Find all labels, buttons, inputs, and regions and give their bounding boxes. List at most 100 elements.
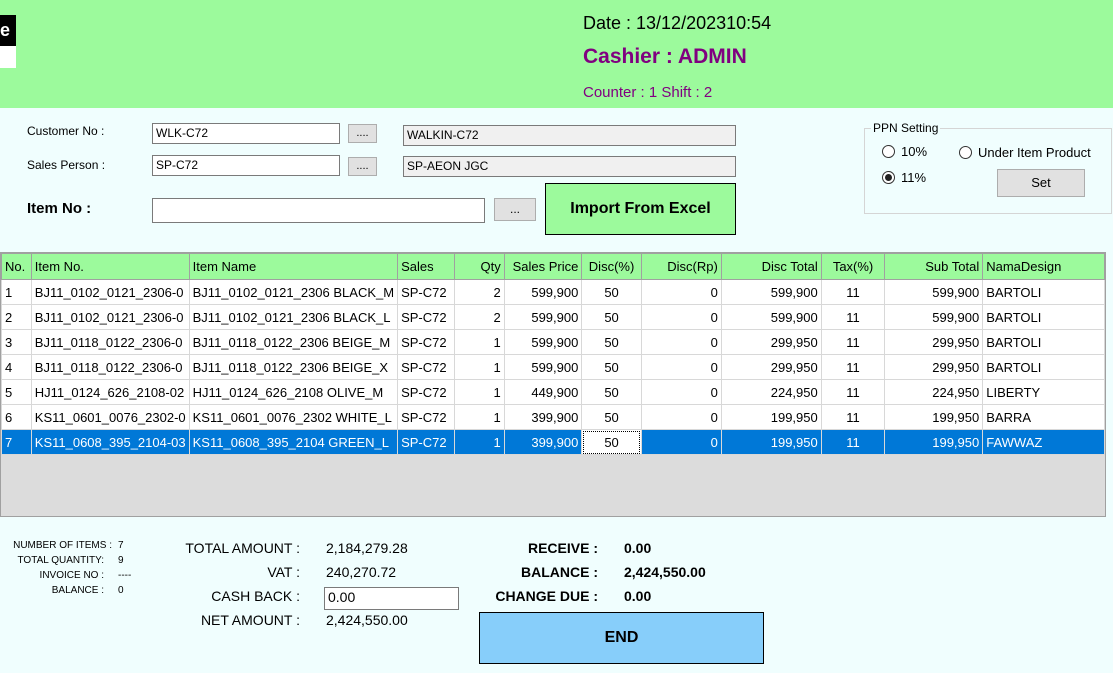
cell-disc-rp[interactable]: 0	[640, 404, 722, 430]
cell-sub-total[interactable]: 224,950	[884, 379, 984, 405]
cell-disc-pct[interactable]: 50	[581, 429, 642, 455]
cell-disc-pct[interactable]: 50	[581, 379, 642, 405]
cell-tax[interactable]: 11	[820, 329, 886, 355]
cell-sub-total[interactable]: 599,900	[884, 304, 984, 330]
table-row[interactable]: 3 BJ11_0118_0122_2306-0 BJ11_0118_0122_230…	[1, 329, 1105, 355]
sales-person-input[interactable]: SP-C72	[152, 155, 340, 176]
import-from-excel-button[interactable]: Import From Excel	[545, 183, 736, 235]
cell-no[interactable]: 3	[1, 329, 32, 355]
cell-disc-rp[interactable]: 0	[640, 304, 722, 330]
col-header-sales[interactable]: Sales	[397, 253, 455, 280]
end-button[interactable]: END	[479, 612, 764, 664]
cell-disc-rp[interactable]: 0	[640, 354, 722, 380]
cell-item-no[interactable]: BJ11_0102_0121_2306-0	[30, 304, 190, 330]
cell-disc-pct[interactable]: 50	[581, 304, 642, 330]
cell-sales[interactable]: SP-C72	[397, 379, 455, 405]
cell-sub-total[interactable]: 299,950	[884, 329, 984, 355]
cell-qty[interactable]: 2	[453, 279, 505, 305]
cell-no[interactable]: 7	[1, 429, 32, 455]
cell-sales-price[interactable]: 599,900	[503, 329, 583, 355]
cell-nama-design[interactable]: BARRA	[982, 404, 1105, 430]
ppn-under-item-radio[interactable]	[959, 146, 972, 159]
cell-no[interactable]: 5	[1, 379, 32, 405]
cell-sales-price[interactable]: 399,900	[503, 404, 583, 430]
cell-sales[interactable]: SP-C72	[397, 404, 455, 430]
cell-qty[interactable]: 1	[453, 429, 505, 455]
col-header-tax[interactable]: Tax(%)	[820, 253, 886, 280]
cell-item-name[interactable]: BJ11_0118_0122_2306 BEIGE_X	[188, 354, 399, 380]
cell-no[interactable]: 6	[1, 404, 32, 430]
cell-sales-price[interactable]: 599,900	[503, 354, 583, 380]
col-header-sub-total[interactable]: Sub Total	[884, 253, 984, 280]
item-no-input[interactable]	[152, 198, 485, 223]
table-row[interactable]: 1 BJ11_0102_0121_2306-0 BJ11_0102_0121_230…	[1, 279, 1105, 305]
cell-qty[interactable]: 1	[453, 354, 505, 380]
cell-nama-design[interactable]: BARTOLI	[982, 354, 1105, 380]
cell-item-no[interactable]: BJ11_0118_0122_2306-0	[30, 354, 190, 380]
cell-item-no[interactable]: HJ11_0124_626_2108-02	[30, 379, 190, 405]
col-header-nama-design[interactable]: NamaDesign	[982, 253, 1105, 280]
cell-item-no[interactable]: BJ11_0118_0122_2306-0	[30, 329, 190, 355]
cell-tax[interactable]: 11	[820, 304, 886, 330]
cell-disc-pct[interactable]: 50	[581, 279, 642, 305]
cell-sub-total[interactable]: 199,950	[884, 404, 984, 430]
cell-no[interactable]: 4	[1, 354, 32, 380]
cell-item-name[interactable]: BJ11_0118_0122_2306 BEIGE_M	[188, 329, 399, 355]
col-header-qty[interactable]: Qty	[453, 253, 505, 280]
cell-tax[interactable]: 11	[820, 379, 886, 405]
col-header-disc-total[interactable]: Disc Total	[720, 253, 822, 280]
cell-qty[interactable]: 1	[453, 329, 505, 355]
cell-item-name[interactable]: KS11_0601_0076_2302 WHITE_L	[188, 404, 399, 430]
cell-no[interactable]: 2	[1, 304, 32, 330]
cell-tax[interactable]: 11	[820, 429, 886, 455]
cell-disc-pct[interactable]: 50	[581, 404, 642, 430]
table-row[interactable]: 2 BJ11_0102_0121_2306-0 BJ11_0102_0121_230…	[1, 304, 1105, 330]
cell-disc-total[interactable]: 199,950	[720, 404, 822, 430]
cell-item-name[interactable]: BJ11_0102_0121_2306 BLACK_L	[188, 304, 399, 330]
cell-nama-design[interactable]: FAWWAZ	[982, 429, 1105, 455]
cell-sub-total[interactable]: 299,950	[884, 354, 984, 380]
cell-disc-rp[interactable]: 0	[640, 279, 722, 305]
item-browse-button[interactable]: ...	[494, 198, 536, 221]
sales-person-browse-button[interactable]: ....	[348, 157, 377, 176]
table-row[interactable]: 6 KS11_0601_0076_2302-0 KS11_0601_0076_230…	[1, 404, 1105, 430]
cash-back-input[interactable]: 0.00	[324, 587, 459, 610]
col-header-disc-rp[interactable]: Disc(Rp)	[640, 253, 722, 280]
cell-tax[interactable]: 11	[820, 404, 886, 430]
cell-disc-rp[interactable]: 0	[640, 429, 722, 455]
cell-nama-design[interactable]: LIBERTY	[982, 379, 1105, 405]
items-grid[interactable]: No. Item No. Item Name Sales Qty Sales P…	[0, 252, 1106, 517]
cell-item-no[interactable]: KS11_0608_395_2104-03	[30, 429, 190, 455]
cell-disc-total[interactable]: 224,950	[720, 379, 822, 405]
table-row[interactable]: 5 HJ11_0124_626_2108-02 HJ11_0124_626_2108…	[1, 379, 1105, 405]
ppn-set-button[interactable]: Set	[997, 169, 1085, 197]
cell-sales-price[interactable]: 599,900	[503, 279, 583, 305]
cell-sales-price[interactable]: 449,900	[503, 379, 583, 405]
col-header-item-no[interactable]: Item No.	[30, 253, 190, 280]
cell-sales[interactable]: SP-C72	[397, 354, 455, 380]
cell-nama-design[interactable]: BARTOLI	[982, 329, 1105, 355]
cell-disc-pct[interactable]: 50	[581, 329, 642, 355]
cell-disc-rp[interactable]: 0	[640, 329, 722, 355]
cell-sales[interactable]: SP-C72	[397, 329, 455, 355]
cell-qty[interactable]: 2	[453, 304, 505, 330]
cell-sales[interactable]: SP-C72	[397, 429, 455, 455]
cell-sub-total[interactable]: 599,900	[884, 279, 984, 305]
cell-qty[interactable]: 1	[453, 379, 505, 405]
cell-disc-total[interactable]: 299,950	[720, 329, 822, 355]
col-header-item-name[interactable]: Item Name	[188, 253, 399, 280]
cell-item-no[interactable]: KS11_0601_0076_2302-0	[30, 404, 190, 430]
cell-disc-pct[interactable]: 50	[581, 354, 642, 380]
cell-tax[interactable]: 11	[820, 279, 886, 305]
cell-item-name[interactable]: HJ11_0124_626_2108 OLIVE_M	[188, 379, 399, 405]
cell-item-no[interactable]: BJ11_0102_0121_2306-0	[30, 279, 190, 305]
cell-nama-design[interactable]: BARTOLI	[982, 304, 1105, 330]
cell-sales-price[interactable]: 599,900	[503, 304, 583, 330]
col-header-sales-price[interactable]: Sales Price	[503, 253, 583, 280]
customer-no-input[interactable]: WLK-C72	[152, 123, 340, 144]
cell-tax[interactable]: 11	[820, 354, 886, 380]
table-row[interactable]: 4 BJ11_0118_0122_2306-0 BJ11_0118_0122_230…	[1, 354, 1105, 380]
cell-sales[interactable]: SP-C72	[397, 304, 455, 330]
cell-disc-total[interactable]: 599,900	[720, 279, 822, 305]
cell-disc-rp[interactable]: 0	[640, 379, 722, 405]
